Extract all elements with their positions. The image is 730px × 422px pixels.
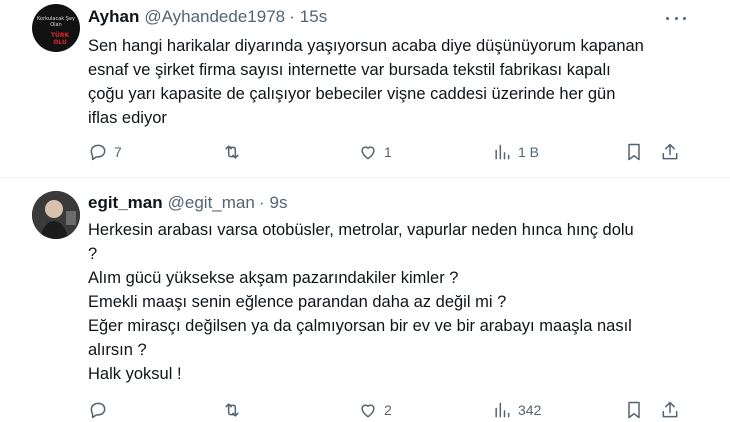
avatar-caption: Korkulacak Şey Olan xyxy=(36,16,75,28)
like-button[interactable]: 2 xyxy=(358,398,392,422)
avatar-caption-2: TÜRK OLU xyxy=(50,32,70,46)
tweet-line: Halk yoksul ! xyxy=(88,365,182,383)
tweet-header: egit_man @egit_man · 9s xyxy=(88,192,287,214)
tweet-line: Eğer mirasçı değilsen ya da çalmıyorsan … xyxy=(88,317,632,335)
author-handle[interactable]: @egit_man xyxy=(168,193,255,213)
views-button[interactable]: 342 xyxy=(492,398,541,422)
tweet-line: esnaf ve şirket firma sayısı internette … xyxy=(88,61,611,79)
view-count: 342 xyxy=(518,402,542,418)
separator: · xyxy=(289,7,295,26)
heart-icon xyxy=(361,404,375,418)
tweet-line: Emekli maaşı senin eğlence parandan daha… xyxy=(88,293,507,311)
repost-icon xyxy=(225,403,239,417)
share-icon xyxy=(662,401,678,418)
tweet-egit-man[interactable]: egit_man @egit_man · 9s Herkesin arabası… xyxy=(0,178,730,420)
author-handle[interactable]: @Ayhandede1978 xyxy=(144,7,285,27)
bookmark-icon xyxy=(628,143,640,161)
views-icon xyxy=(495,144,510,160)
like-count: 2 xyxy=(384,402,392,418)
bookmark-icon xyxy=(628,401,640,419)
tweet-line: alırsın ? xyxy=(88,341,147,359)
tweet-line: Sen hangi harikalar diyarında yaşıyorsun… xyxy=(88,37,644,55)
tweet-line: iflas ediyor xyxy=(88,109,167,127)
tweet-text: Sen hangi harikalar diyarında yaşıyorsun… xyxy=(88,34,688,130)
repost-button[interactable] xyxy=(222,398,248,422)
reply-icon xyxy=(90,402,106,419)
more-icon[interactable] xyxy=(666,10,686,26)
timestamp[interactable]: 15s xyxy=(300,7,327,27)
bookmark-button[interactable] xyxy=(624,140,644,164)
repost-button[interactable] xyxy=(222,140,248,164)
view-count: 1 B xyxy=(518,144,540,160)
reply-button[interactable]: 7 xyxy=(88,140,122,164)
avatar[interactable]: Korkulacak Şey Olan TÜRK OLU xyxy=(32,4,80,52)
reply-icon xyxy=(90,144,106,161)
share-button[interactable] xyxy=(660,398,680,422)
bookmark-button[interactable] xyxy=(624,398,644,422)
tweet-ayhan[interactable]: Korkulacak Şey Olan TÜRK OLU Ayhan @Ayha… xyxy=(0,0,730,178)
author-name[interactable]: egit_man xyxy=(88,193,163,213)
tweet-header: Ayhan @Ayhandede1978 · 15s xyxy=(88,6,327,28)
tweet-line: ? xyxy=(88,245,98,263)
views-icon xyxy=(495,402,510,418)
heart-icon xyxy=(361,146,375,160)
reply-count: 7 xyxy=(114,144,122,160)
like-count: 1 xyxy=(384,144,392,160)
action-bar: 2 342 xyxy=(88,398,688,422)
views-button[interactable]: 1 B xyxy=(492,140,539,164)
avatar[interactable] xyxy=(32,191,80,239)
share-button[interactable] xyxy=(660,140,680,164)
action-bar: 7 1 1 B xyxy=(88,140,688,164)
separator: · xyxy=(258,193,265,212)
tweet-text: Herkesin arabası varsa otobüsler, metrol… xyxy=(88,218,688,386)
tweet-line: Alım gücü yüksekse akşam pazarındakiler … xyxy=(88,269,459,287)
avatar-photo xyxy=(32,191,80,239)
tweet-line: Herkesin arabası varsa otobüsler, metrol… xyxy=(88,221,634,239)
author-name[interactable]: Ayhan xyxy=(88,7,139,27)
repost-icon xyxy=(225,145,239,159)
reply-button[interactable] xyxy=(88,398,114,422)
like-button[interactable]: 1 xyxy=(358,140,392,164)
share-icon xyxy=(662,143,678,160)
timestamp[interactable]: 9s xyxy=(270,193,288,213)
tweet-line: çoğu yarı kapasite de çalışıyor bebecile… xyxy=(88,85,616,103)
